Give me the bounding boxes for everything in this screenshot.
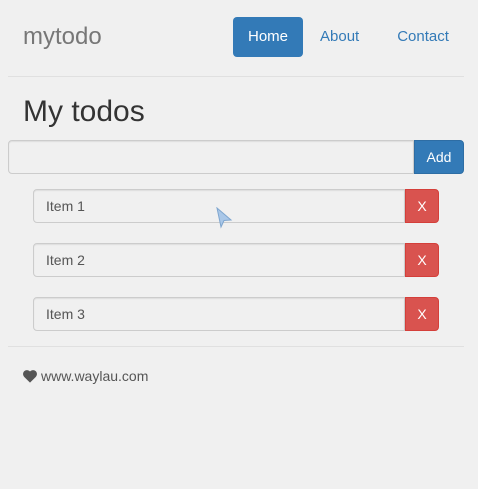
new-todo-input[interactable]: [8, 140, 414, 174]
navbar: mytodo Home About Contact: [8, 0, 464, 77]
page-title: My todos: [23, 95, 145, 128]
todo-item: Item 3 X: [33, 297, 439, 331]
footer-link[interactable]: www.waylau.com: [41, 368, 148, 384]
footer: www.waylau.com: [8, 346, 464, 384]
add-todo-form: Add: [8, 140, 464, 174]
mouse-cursor-icon: [216, 207, 233, 229]
todo-text-field[interactable]: Item 3: [33, 297, 405, 331]
delete-todo-button[interactable]: X: [405, 189, 439, 223]
nav-about[interactable]: About: [305, 17, 374, 57]
brand-logo[interactable]: mytodo: [23, 23, 102, 51]
add-button[interactable]: Add: [414, 140, 464, 174]
nav-home[interactable]: Home: [233, 17, 304, 57]
main-nav: Home About Contact: [233, 17, 464, 57]
todo-list: Item 1 X Item 2 X Item 3 X: [33, 189, 439, 351]
delete-todo-button[interactable]: X: [405, 243, 439, 277]
delete-todo-button[interactable]: X: [405, 297, 439, 331]
todo-item: Item 2 X: [33, 243, 439, 277]
todo-item: Item 1 X: [33, 189, 439, 223]
todo-text-field[interactable]: Item 2: [33, 243, 405, 277]
heart-icon: [23, 369, 37, 383]
nav-contact[interactable]: Contact: [382, 17, 464, 57]
